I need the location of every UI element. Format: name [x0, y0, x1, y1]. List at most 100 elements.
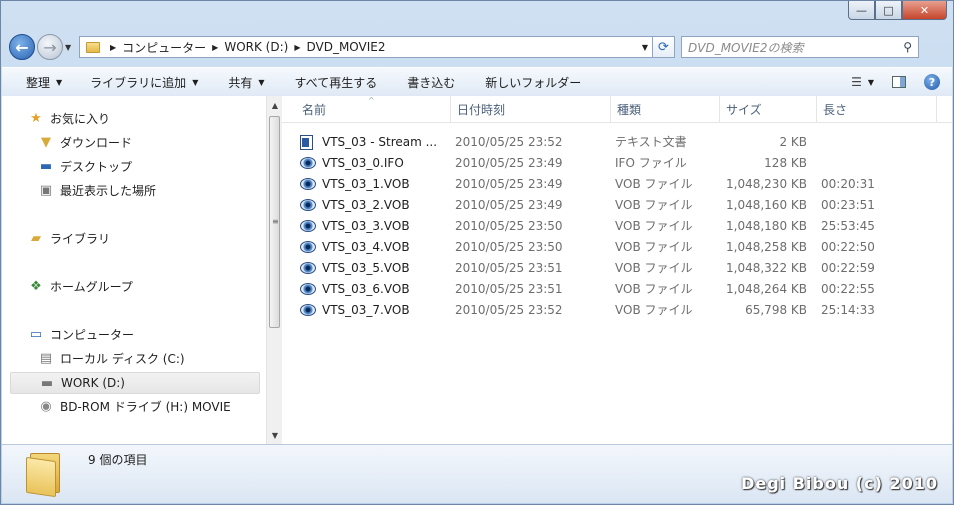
nav-item-libraries[interactable]: ▰ ライブラリ	[28, 227, 110, 249]
nav-item-recent-places[interactable]: ▣ 最近表示した場所	[38, 179, 156, 201]
breadcrumb-arrow-icon[interactable]: ▶	[294, 43, 300, 52]
file-name: VTS_03_3.VOB	[322, 219, 410, 233]
preview-pane-button[interactable]	[892, 76, 906, 88]
file-type: VOB ファイル	[615, 198, 693, 212]
explorer-window: — □ ✕ ← → ▼ ▶ コンピューター ▶ WORK (D:) ▶ DVD_…	[0, 0, 954, 505]
file-name: VTS_03_7.VOB	[322, 303, 410, 317]
file-row[interactable]: VTS_03_7.VOB 2010/05/25 23:52 VOB ファイル 6…	[300, 300, 940, 321]
file-type: VOB ファイル	[615, 303, 693, 317]
arrow-left-icon: ←	[15, 37, 29, 57]
maximize-button[interactable]: □	[875, 1, 902, 20]
forward-button[interactable]: →	[37, 34, 63, 60]
refresh-button[interactable]: ⟳	[653, 36, 675, 58]
nav-pane-scrollbar[interactable]: ▲ ≡ ▼	[266, 96, 282, 444]
window-controls: — □ ✕	[848, 1, 947, 20]
column-header-date[interactable]: 日付時刻	[451, 96, 611, 122]
scroll-down-icon[interactable]: ▼	[267, 428, 283, 444]
file-date: 2010/05/25 23:52	[455, 135, 563, 149]
media-file-icon	[300, 156, 316, 171]
view-controls: ☰ ▼ ?	[851, 74, 940, 90]
nav-item-local-disk[interactable]: ▤ ローカル ディスク (C:)	[38, 347, 185, 369]
star-icon: ★	[30, 110, 42, 126]
nav-item-computer[interactable]: ▭ コンピューター	[28, 323, 134, 345]
download-folder-icon: ▼	[41, 134, 51, 150]
scroll-up-icon[interactable]: ▲	[267, 98, 283, 114]
organize-label: 整理	[26, 75, 51, 90]
view-list-icon: ☰	[851, 75, 862, 89]
new-folder-button[interactable]: 新しいフォルダー	[485, 74, 581, 91]
play-all-button[interactable]: すべて再生する	[295, 74, 378, 91]
recent-places-icon: ▣	[39, 182, 53, 198]
file-date: 2010/05/25 23:49	[455, 177, 563, 191]
address-bar[interactable]: ▶ コンピューター ▶ WORK (D:) ▶ DVD_MOVIE2 ▼	[79, 36, 653, 58]
media-file-icon	[300, 177, 316, 192]
file-size: 65,798 KB	[745, 303, 807, 317]
nav-item-label: ダウンロード	[60, 135, 133, 150]
nav-item-label: ローカル ディスク (C:)	[60, 351, 185, 366]
nav-item-homegroup[interactable]: ❖ ホームグループ	[28, 275, 133, 297]
file-date: 2010/05/25 23:49	[455, 198, 563, 212]
column-header-size[interactable]: サイズ	[720, 96, 817, 122]
scroll-thumb[interactable]: ≡	[269, 116, 280, 328]
file-row[interactable]: VTS_03_1.VOB 2010/05/25 23:49 VOB ファイル 1…	[300, 174, 940, 195]
nav-item-downloads[interactable]: ▼ ダウンロード	[38, 131, 132, 153]
search-box[interactable]: DVD_MOVIE2の検索 ⚲	[681, 36, 919, 58]
file-row[interactable]: VTS_03 - Stream ... 2010/05/25 23:52 テキス…	[300, 132, 940, 153]
change-view-button[interactable]: ☰ ▼	[851, 75, 874, 89]
file-row[interactable]: VTS_03_4.VOB 2010/05/25 23:50 VOB ファイル 1…	[300, 237, 940, 258]
breadcrumb-arrow-icon[interactable]: ▶	[212, 43, 218, 52]
organize-button[interactable]: 整理 ▼	[26, 74, 62, 91]
breadcrumb-work-drive[interactable]: WORK (D:)	[224, 40, 288, 54]
file-date: 2010/05/25 23:51	[455, 282, 563, 296]
file-row[interactable]: VTS_03_5.VOB 2010/05/25 23:51 VOB ファイル 1…	[300, 258, 940, 279]
nav-item-favorites[interactable]: ★ お気に入り	[28, 107, 110, 129]
share-button[interactable]: 共有 ▼	[228, 74, 264, 91]
breadcrumb-arrow-icon[interactable]: ▶	[110, 43, 116, 52]
file-row[interactable]: VTS_03_6.VOB 2010/05/25 23:51 VOB ファイル 1…	[300, 279, 940, 300]
nav-item-label: WORK (D:)	[61, 376, 125, 390]
search-icon[interactable]: ⚲	[903, 40, 912, 54]
chevron-down-icon: ▼	[56, 77, 63, 87]
nav-item-desktop[interactable]: ▬ デスクトップ	[38, 155, 132, 177]
command-bar: 整理 ▼ ライブラリに追加 ▼ 共有 ▼ すべて再生する 書き込む 新しいフォルダー …	[2, 67, 952, 97]
file-length	[821, 153, 911, 174]
breadcrumb-computer[interactable]: コンピューター	[122, 39, 206, 56]
file-length: 00:20:31	[821, 177, 875, 191]
column-header-length[interactable]: 長さ	[817, 96, 937, 122]
help-icon: ?	[928, 75, 936, 89]
column-header-type[interactable]: 種類	[611, 96, 720, 122]
minimize-button[interactable]: —	[848, 1, 875, 20]
file-row[interactable]: VTS_03_3.VOB 2010/05/25 23:50 VOB ファイル 1…	[300, 216, 940, 237]
nav-item-work-drive[interactable]: ▬ WORK (D:)	[10, 372, 260, 394]
chevron-down-icon: ▼	[65, 42, 72, 52]
address-dropdown-icon[interactable]: ▼	[642, 43, 648, 52]
nav-item-label: 最近表示した場所	[60, 183, 157, 198]
drive-icon: ▤	[39, 350, 53, 366]
add-to-library-button[interactable]: ライブラリに追加 ▼	[90, 74, 198, 91]
file-length	[821, 132, 911, 153]
file-row[interactable]: VTS_03_0.IFO 2010/05/25 23:49 IFO ファイル 1…	[300, 153, 940, 174]
file-length: 00:22:59	[821, 261, 875, 275]
burn-button[interactable]: 書き込む	[407, 74, 455, 91]
recent-pages-dropdown[interactable]: ▼	[65, 43, 75, 52]
nav-item-bdrom[interactable]: ◉ BD-ROM ドライブ (H:) MOVIE	[38, 395, 230, 417]
file-length: 00:22:50	[821, 240, 875, 254]
file-type: VOB ファイル	[615, 261, 693, 275]
share-label: 共有	[228, 75, 253, 90]
help-button[interactable]: ?	[924, 74, 940, 90]
file-date: 2010/05/25 23:51	[455, 261, 563, 275]
arrow-right-icon: →	[43, 37, 57, 57]
file-date: 2010/05/25 23:50	[455, 219, 563, 233]
play-all-label: すべて再生する	[294, 75, 378, 90]
file-size: 1,048,264 KB	[726, 282, 807, 296]
close-button[interactable]: ✕	[902, 1, 947, 20]
watermark: Degi Bibou (c) 2010	[741, 474, 938, 493]
file-length: 00:22:55	[821, 282, 875, 296]
file-row[interactable]: VTS_03_2.VOB 2010/05/25 23:49 VOB ファイル 1…	[300, 195, 940, 216]
back-button[interactable]: ←	[9, 34, 35, 60]
breadcrumb-current-folder[interactable]: DVD_MOVIE2	[306, 40, 385, 54]
media-file-icon	[300, 240, 316, 255]
file-list-pane: ^ 名前 日付時刻 種類 サイズ 長さ VTS_03 - Stream ... …	[282, 96, 952, 444]
column-header-name[interactable]: 名前	[296, 96, 451, 122]
file-name: VTS_03_6.VOB	[322, 282, 410, 296]
